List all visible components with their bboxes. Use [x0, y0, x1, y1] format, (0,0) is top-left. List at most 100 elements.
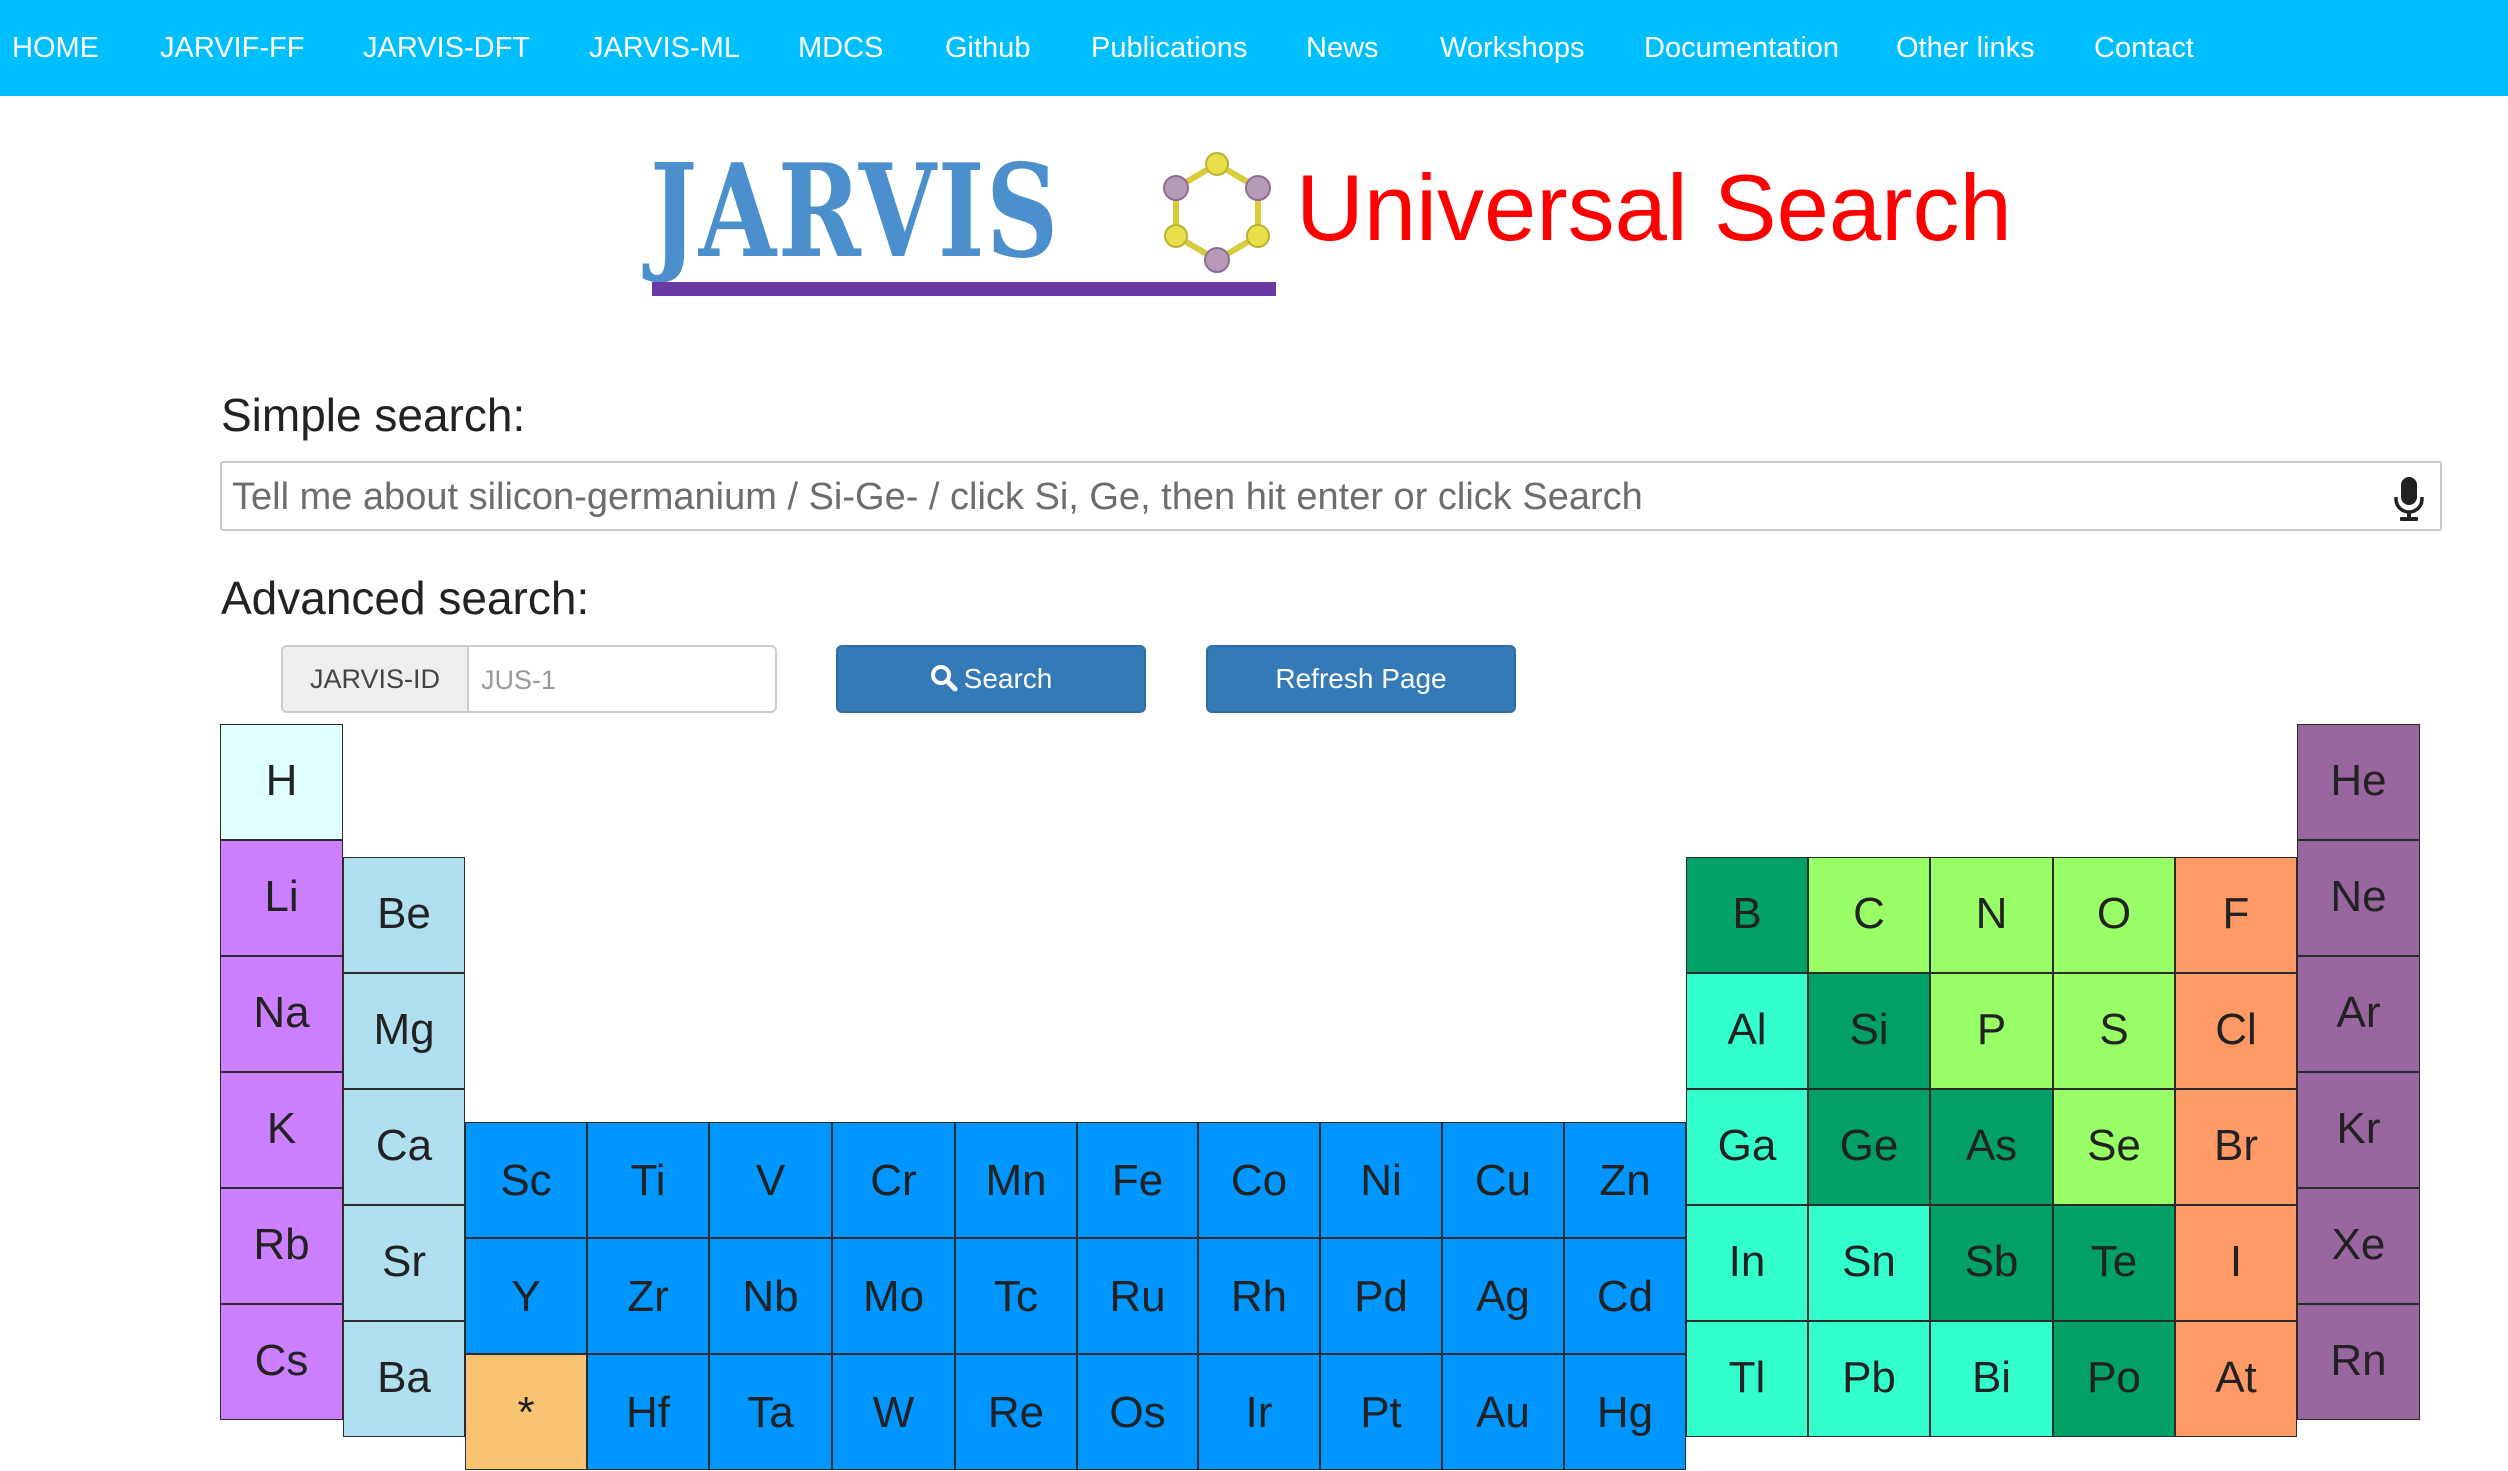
element-sr[interactable]: Sr	[343, 1205, 465, 1321]
element-w[interactable]: W	[832, 1354, 955, 1470]
nav-other-links[interactable]: Other links	[1896, 0, 2035, 96]
nav-mdcs[interactable]: MDCS	[798, 0, 883, 96]
nav-publications[interactable]: Publications	[1091, 0, 1247, 96]
element-xe[interactable]: Xe	[2297, 1188, 2420, 1304]
element-v[interactable]: V	[709, 1122, 832, 1238]
element-hg[interactable]: Hg	[1564, 1354, 1686, 1470]
element-sn[interactable]: Sn	[1808, 1205, 1930, 1321]
nav-github[interactable]: Github	[945, 0, 1030, 96]
element-rb[interactable]: Rb	[220, 1188, 343, 1304]
jarvis-id-group: JARVIS-ID	[281, 645, 777, 713]
element-fe[interactable]: Fe	[1077, 1122, 1198, 1238]
element-tl[interactable]: Tl	[1686, 1321, 1808, 1437]
element-mo[interactable]: Mo	[832, 1238, 955, 1354]
element-s[interactable]: S	[2053, 973, 2175, 1089]
element-rn[interactable]: Rn	[2297, 1304, 2420, 1420]
element-cd[interactable]: Cd	[1564, 1238, 1686, 1354]
element-cu[interactable]: Cu	[1442, 1122, 1564, 1238]
element-lanthanides[interactable]: *	[465, 1354, 587, 1470]
nav-jarvis-dft[interactable]: JARVIS-DFT	[363, 0, 530, 96]
element-ga[interactable]: Ga	[1686, 1089, 1808, 1205]
element-bi[interactable]: Bi	[1930, 1321, 2053, 1437]
element-ca[interactable]: Ca	[343, 1089, 465, 1205]
element-te[interactable]: Te	[2053, 1205, 2175, 1321]
element-kr[interactable]: Kr	[2297, 1072, 2420, 1188]
search-icon	[930, 664, 958, 692]
element-na[interactable]: Na	[220, 956, 343, 1072]
element-sb[interactable]: Sb	[1930, 1205, 2053, 1321]
nav-workshops[interactable]: Workshops	[1440, 0, 1585, 96]
element-c[interactable]: C	[1808, 857, 1930, 973]
nav-documentation[interactable]: Documentation	[1644, 0, 1839, 96]
element-zn[interactable]: Zn	[1564, 1122, 1686, 1238]
element-be[interactable]: Be	[343, 857, 465, 973]
element-pb[interactable]: Pb	[1808, 1321, 1930, 1437]
element-pd[interactable]: Pd	[1320, 1238, 1442, 1354]
element-cr[interactable]: Cr	[832, 1122, 955, 1238]
element-al[interactable]: Al	[1686, 973, 1808, 1089]
element-at[interactable]: At	[2175, 1321, 2297, 1437]
simple-search-label: Simple search:	[221, 389, 526, 441]
element-cs[interactable]: Cs	[220, 1304, 343, 1420]
element-ba[interactable]: Ba	[343, 1321, 465, 1437]
jarvis-id-input[interactable]	[479, 647, 773, 713]
search-button-label: Search	[963, 663, 1053, 694]
element-nb[interactable]: Nb	[709, 1238, 832, 1354]
top-navbar: HOME JARVIF-FF JARVIS-DFT JARVIS-ML MDCS…	[0, 0, 2508, 96]
simple-search-box	[220, 461, 2442, 531]
nav-jarvif-ff[interactable]: JARVIF-FF	[160, 0, 304, 96]
element-ar[interactable]: Ar	[2297, 956, 2420, 1072]
element-pt[interactable]: Pt	[1320, 1354, 1442, 1470]
element-se[interactable]: Se	[2053, 1089, 2175, 1205]
search-button[interactable]: Search	[836, 645, 1146, 713]
element-n[interactable]: N	[1930, 857, 2053, 973]
jarvis-id-addon: JARVIS-ID	[283, 647, 469, 711]
element-as[interactable]: As	[1930, 1089, 2053, 1205]
element-mg[interactable]: Mg	[343, 973, 465, 1089]
element-ag[interactable]: Ag	[1442, 1238, 1564, 1354]
element-o[interactable]: O	[2053, 857, 2175, 973]
element-co[interactable]: Co	[1198, 1122, 1320, 1238]
logo-text: JARVIS	[650, 137, 1060, 287]
element-po[interactable]: Po	[2053, 1321, 2175, 1437]
microphone-icon[interactable]	[2392, 475, 2426, 523]
element-zr[interactable]: Zr	[587, 1238, 709, 1354]
element-ni[interactable]: Ni	[1320, 1122, 1442, 1238]
element-in[interactable]: In	[1686, 1205, 1808, 1321]
element-ne[interactable]: Ne	[2297, 840, 2420, 956]
element-f[interactable]: F	[2175, 857, 2297, 973]
nav-home[interactable]: HOME	[12, 0, 99, 96]
advanced-search-label: Advanced search:	[221, 572, 590, 624]
element-p[interactable]: P	[1930, 973, 2053, 1089]
element-ti[interactable]: Ti	[587, 1122, 709, 1238]
molecule-icon	[1163, 152, 1271, 273]
element-li[interactable]: Li	[220, 840, 343, 956]
element-ru[interactable]: Ru	[1077, 1238, 1198, 1354]
element-ir[interactable]: Ir	[1198, 1354, 1320, 1470]
element-sc[interactable]: Sc	[465, 1122, 587, 1238]
element-au[interactable]: Au	[1442, 1354, 1564, 1470]
element-b[interactable]: B	[1686, 857, 1808, 973]
element-y[interactable]: Y	[465, 1238, 587, 1354]
element-i[interactable]: I	[2175, 1205, 2297, 1321]
element-k[interactable]: K	[220, 1072, 343, 1188]
nav-contact[interactable]: Contact	[2094, 0, 2194, 96]
element-re[interactable]: Re	[955, 1354, 1077, 1470]
logo-underline	[652, 282, 1276, 296]
element-br[interactable]: Br	[2175, 1089, 2297, 1205]
element-cl[interactable]: Cl	[2175, 973, 2297, 1089]
element-h[interactable]: H	[220, 724, 343, 840]
element-mn[interactable]: Mn	[955, 1122, 1077, 1238]
refresh-page-button[interactable]: Refresh Page	[1206, 645, 1516, 713]
element-tc[interactable]: Tc	[955, 1238, 1077, 1354]
element-hf[interactable]: Hf	[587, 1354, 709, 1470]
element-rh[interactable]: Rh	[1198, 1238, 1320, 1354]
element-si[interactable]: Si	[1808, 973, 1930, 1089]
element-ge[interactable]: Ge	[1808, 1089, 1930, 1205]
nav-news[interactable]: News	[1306, 0, 1379, 96]
nav-jarvis-ml[interactable]: JARVIS-ML	[589, 0, 740, 96]
simple-search-input[interactable]	[230, 463, 2354, 531]
element-ta[interactable]: Ta	[709, 1354, 832, 1470]
element-he[interactable]: He	[2297, 724, 2420, 840]
element-os[interactable]: Os	[1077, 1354, 1198, 1470]
